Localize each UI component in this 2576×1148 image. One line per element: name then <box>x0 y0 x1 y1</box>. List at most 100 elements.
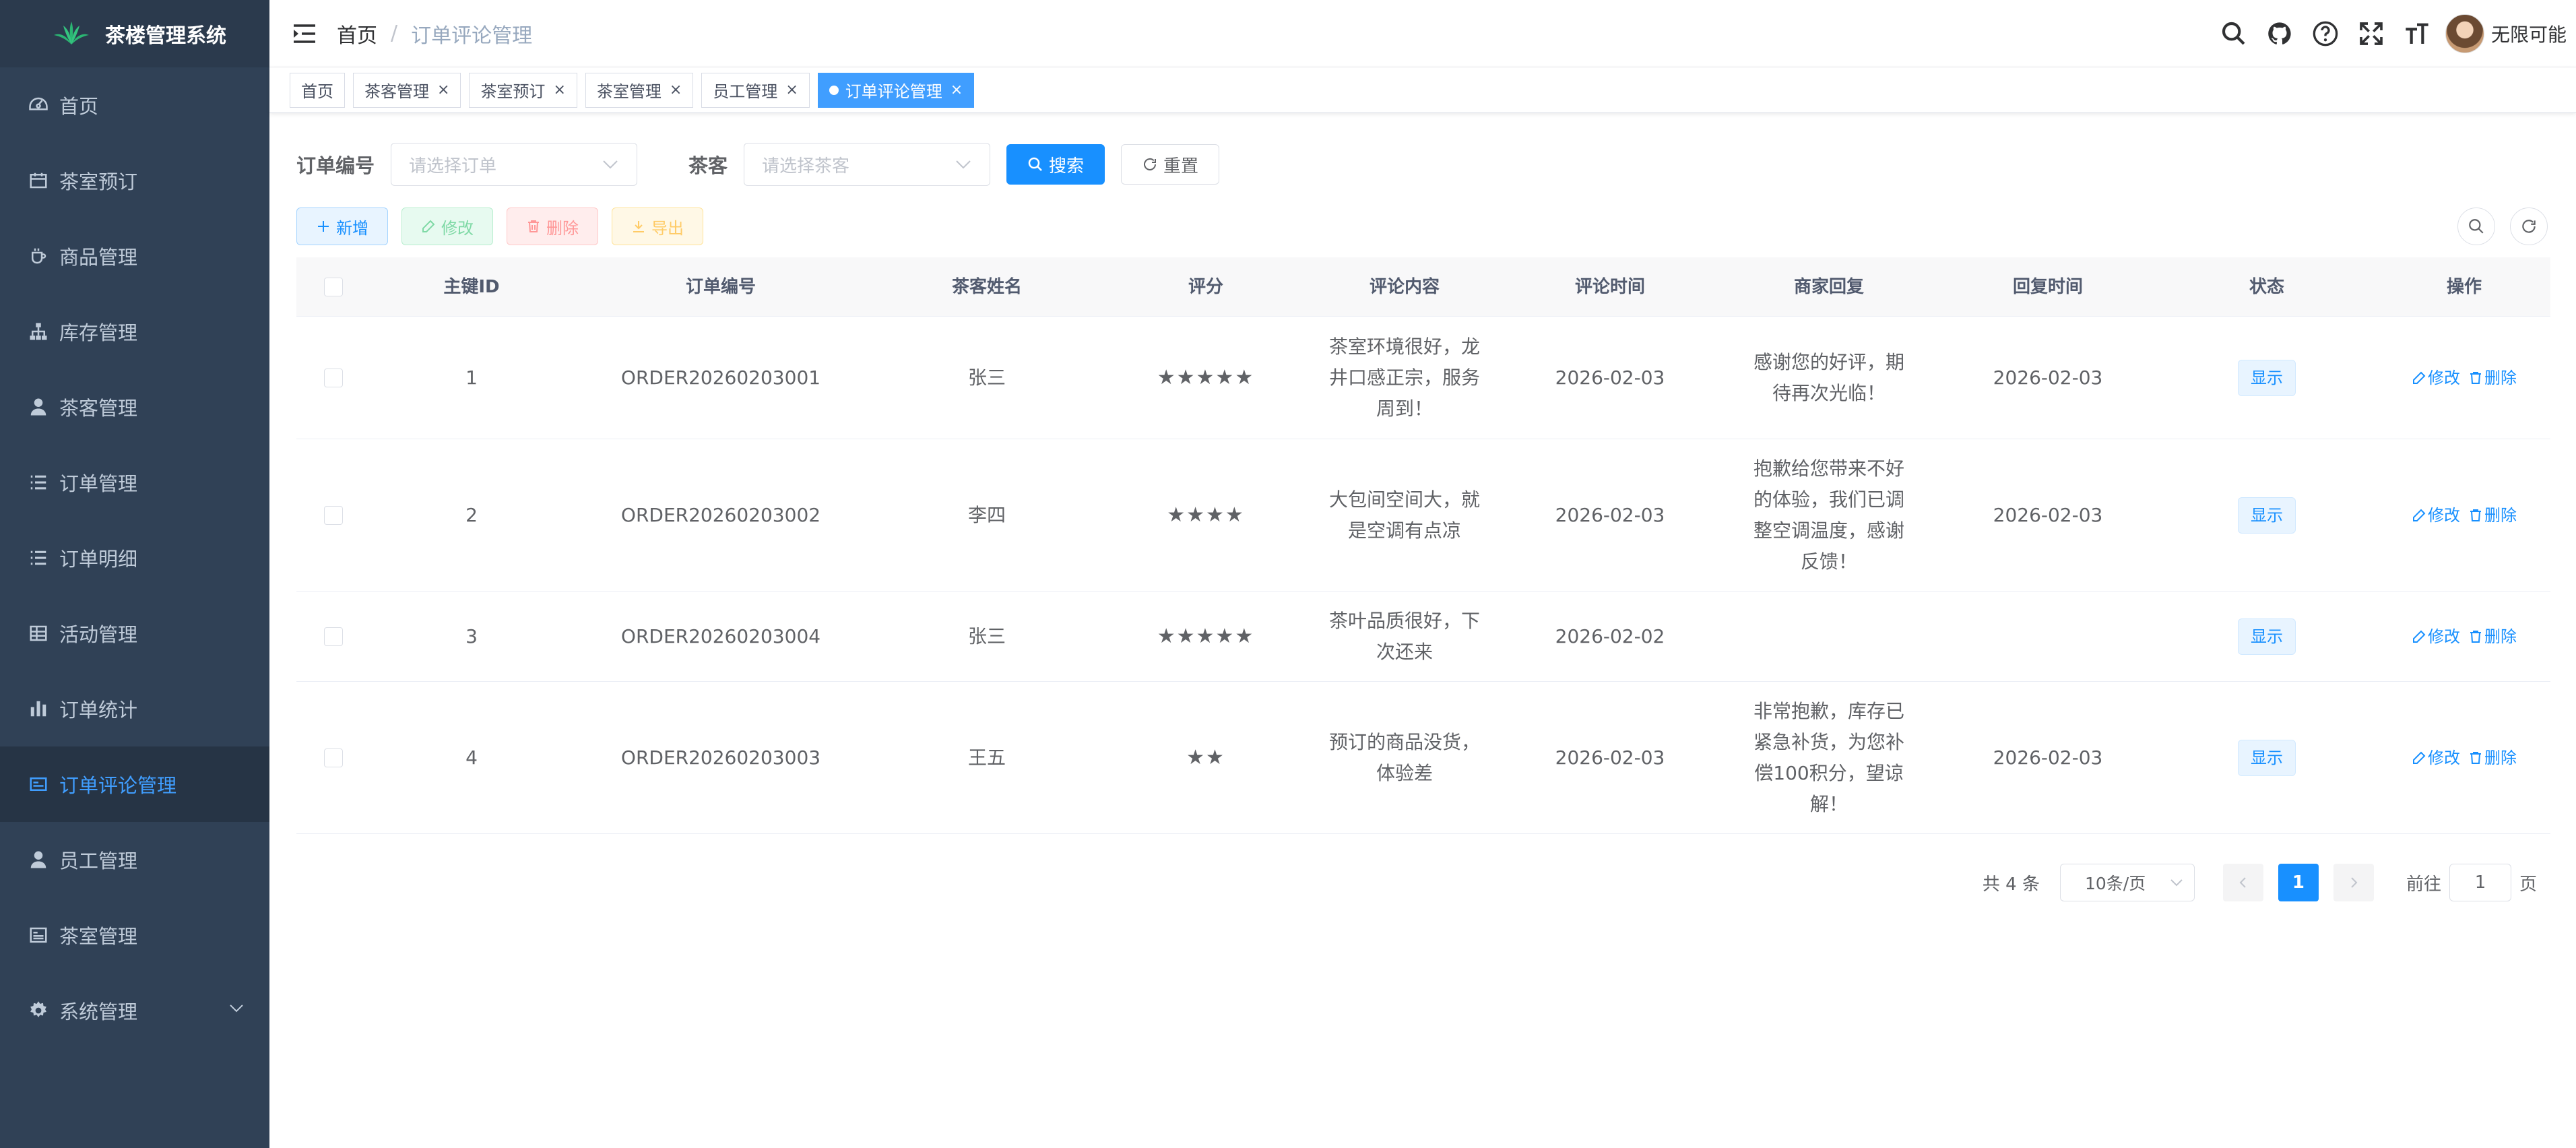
chevron-down-icon <box>230 1004 243 1013</box>
avatar[interactable] <box>2445 14 2484 53</box>
sidebar-item-order-details[interactable]: 订单明细 <box>0 520 269 596</box>
close-icon[interactable]: × <box>437 82 449 98</box>
close-icon[interactable]: × <box>670 82 682 98</box>
cell-customer-name: 李四 <box>967 503 1006 526</box>
navbar: 首页 / 订单评论管理 无限可能 <box>269 0 2576 67</box>
prev-page-button[interactable] <box>2222 864 2263 901</box>
hamburger-icon[interactable] <box>291 20 318 47</box>
delete-button[interactable]: 删除 <box>507 208 598 245</box>
chevron-down-icon <box>2170 879 2183 887</box>
row-delete-link[interactable]: 删除 <box>2468 621 2517 652</box>
row-edit-link[interactable]: 修改 <box>2412 621 2460 652</box>
table-row[interactable]: 4 ORDER20260203003 王五 ★★ 预订的商品没货，体验差 202… <box>296 682 2550 834</box>
cell-customer-name: 张三 <box>967 625 1006 647</box>
question-icon[interactable] <box>2311 19 2340 49</box>
page-number-current[interactable]: 1 <box>2278 864 2319 901</box>
order-select[interactable]: 请选择订单 <box>391 143 638 186</box>
sidebar-item-system[interactable]: 系统管理 <box>0 973 269 1048</box>
status-badge: 显示 <box>2238 359 2296 396</box>
server-icon <box>27 924 50 947</box>
sidebar-item-room-booking[interactable]: 茶室预订 <box>0 143 269 218</box>
row-edit-link[interactable]: 修改 <box>2412 362 2460 393</box>
tag-home[interactable]: 首页 <box>290 72 345 108</box>
sidebar-menu: 首页 茶室预订 商品管理 库存管理 茶客管理 订单管理 订单明细 活动管理 订单… <box>0 67 269 1048</box>
tag-label: 茶室管理 <box>596 82 662 101</box>
close-icon[interactable]: × <box>951 82 963 98</box>
goto-page-input[interactable]: 1 <box>2449 864 2511 901</box>
sidebar-item-customers[interactable]: 茶客管理 <box>0 369 269 445</box>
trash-icon <box>2470 630 2481 643</box>
close-icon[interactable]: × <box>553 82 565 98</box>
refresh-button[interactable] <box>2510 208 2548 245</box>
sidebar-item-home[interactable]: 首页 <box>0 67 269 143</box>
download-icon <box>633 221 644 232</box>
table-row[interactable]: 3 ORDER20260203004 张三 ★★★★★ 茶叶品质很好，下次还来 … <box>296 592 2550 682</box>
list-icon <box>27 546 50 569</box>
chevron-right-icon <box>2351 877 2358 888</box>
row-checkbox[interactable] <box>324 748 343 767</box>
table-row[interactable]: 2 ORDER20260203002 李四 ★★★★ 大包间空间大，就是空调有点… <box>296 439 2550 592</box>
tag-order-reviews[interactable]: 订单评论管理 × <box>817 72 975 108</box>
sidebar-item-label: 茶客管理 <box>59 397 138 420</box>
sidebar-item-label: 活动管理 <box>59 623 138 646</box>
fullscreen-icon[interactable] <box>2356 19 2386 49</box>
next-page-button[interactable] <box>2333 864 2374 901</box>
add-button[interactable]: 新增 <box>296 208 388 245</box>
github-icon[interactable] <box>2265 19 2294 49</box>
page-size-select[interactable]: 10条/页 <box>2059 864 2195 901</box>
row-checkbox[interactable] <box>324 627 343 646</box>
customer-select[interactable]: 请选择茶客 <box>744 143 991 186</box>
user-icon <box>27 848 50 871</box>
order-select-placeholder: 请选择订单 <box>409 156 497 177</box>
sidebar-item-order-stats[interactable]: 订单统计 <box>0 671 269 746</box>
column-header: 评论时间 <box>1574 276 1645 297</box>
font-size-icon[interactable] <box>2402 19 2432 49</box>
select-all-checkbox[interactable] <box>324 277 343 296</box>
cell-id: 3 <box>465 625 478 647</box>
sidebar-item-orders[interactable]: 订单管理 <box>0 445 269 520</box>
export-button[interactable]: 导出 <box>612 208 703 245</box>
search-button[interactable]: 搜索 <box>1006 144 1105 185</box>
tag-label: 首页 <box>301 82 333 101</box>
row-edit-link[interactable]: 修改 <box>2412 742 2460 773</box>
sidebar-item-label: 订单管理 <box>59 472 138 495</box>
row-delete-link[interactable]: 删除 <box>2468 362 2517 393</box>
column-header: 主键ID <box>443 276 500 297</box>
sidebar-item-label: 首页 <box>59 95 99 118</box>
breadcrumb-current: 订单评论管理 <box>411 24 533 48</box>
search-form: 订单编号 请选择订单 茶客 请选择茶客 搜索 重置 <box>296 143 1220 186</box>
username[interactable]: 无限可能 <box>2491 20 2567 47</box>
tag-customer-management[interactable]: 茶客管理 × <box>353 72 461 108</box>
sidebar-item-tea-rooms[interactable]: 茶室管理 <box>0 897 269 973</box>
column-header: 茶客姓名 <box>951 276 1022 297</box>
sidebar-item-staff[interactable]: 员工管理 <box>0 822 269 897</box>
table-row[interactable]: 1 ORDER20260203001 张三 ★★★★★ 茶室环境很好，龙井口感正… <box>296 317 2550 439</box>
breadcrumb-home[interactable]: 首页 <box>337 19 377 49</box>
toggle-search-button[interactable] <box>2457 208 2495 245</box>
sidebar-item-products[interactable]: 商品管理 <box>0 218 269 294</box>
sidebar-item-inventory[interactable]: 库存管理 <box>0 294 269 369</box>
sidebar-item-label: 订单评论管理 <box>59 774 177 797</box>
chevron-down-icon <box>603 160 618 169</box>
edit-button[interactable]: 修改 <box>401 208 493 245</box>
row-checkbox[interactable] <box>324 505 343 525</box>
tag-room-booking[interactable]: 茶室预订 × <box>469 72 577 108</box>
reset-button[interactable]: 重置 <box>1121 144 1220 185</box>
row-checkbox[interactable] <box>324 368 343 387</box>
tag-staff-management[interactable]: 员工管理 × <box>701 72 810 108</box>
cell-rating: ★★★★★ <box>1157 624 1255 648</box>
logo-area[interactable]: 茶楼管理系统 <box>0 0 269 67</box>
tag-label: 茶室预订 <box>480 82 546 101</box>
row-edit-link[interactable]: 修改 <box>2412 500 2460 531</box>
row-delete-link[interactable]: 删除 <box>2468 500 2517 531</box>
tag-tea-room-management[interactable]: 茶室管理 × <box>585 72 694 108</box>
cell-reply-time: 2026-02-03 <box>1993 366 2103 389</box>
cell-content: 茶叶品质很好，下次还来 <box>1328 609 1480 663</box>
chevron-left-icon <box>2239 877 2246 888</box>
row-delete-link[interactable]: 删除 <box>2468 742 2517 773</box>
sidebar-item-activities[interactable]: 活动管理 <box>0 596 269 671</box>
sidebar-item-order-reviews[interactable]: 订单评论管理 <box>0 746 269 822</box>
close-icon[interactable]: × <box>785 82 798 98</box>
search-icon[interactable] <box>2219 19 2249 49</box>
gear-icon <box>27 999 50 1022</box>
